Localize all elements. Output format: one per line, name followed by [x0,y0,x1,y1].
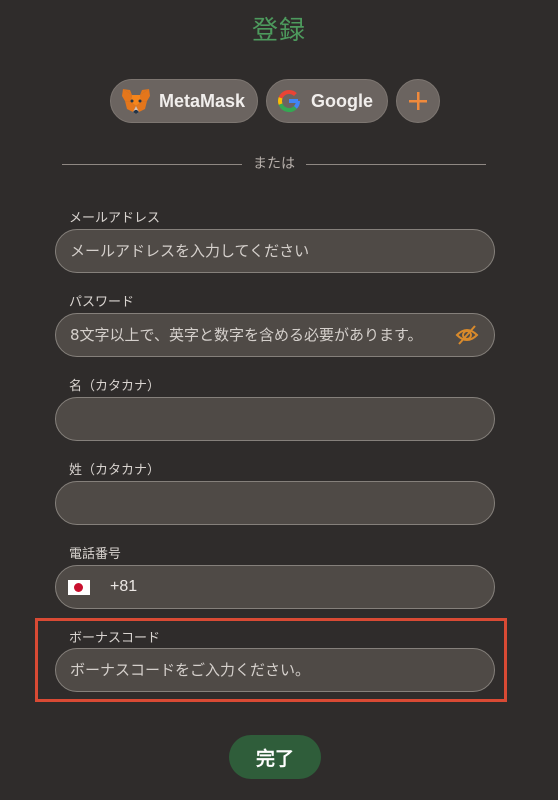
email-field[interactable] [55,229,495,273]
phone-label: 電話番号 [69,547,122,562]
metamask-label: MetaMask [159,90,246,111]
email-label: メールアドレス [69,211,161,226]
password-input[interactable] [70,326,448,344]
metamask-button[interactable]: MetaMask [110,79,258,123]
google-g-icon [278,90,300,113]
google-button[interactable]: Google [266,79,388,123]
last-name-input[interactable] [70,494,480,512]
japan-flag-icon[interactable] [68,579,90,595]
bonus-code-input[interactable] [70,661,480,679]
divider-line-right [306,164,486,165]
phone-input[interactable] [145,578,480,596]
first-name-field[interactable] [55,397,495,441]
email-input[interactable] [70,242,480,260]
bonus-code-label: ボーナスコード [69,631,161,646]
first-name-input[interactable] [70,410,480,428]
or-divider: または [62,154,486,174]
metamask-fox-icon [122,89,150,114]
eye-slash-icon[interactable] [454,322,480,348]
more-login-options-button[interactable] [396,79,440,123]
plus-icon [409,92,427,110]
google-label: Google [311,90,373,111]
password-label: パスワード [69,295,135,310]
phone-field[interactable]: +81 [55,565,495,609]
last-name-label: 姓（カタカナ） [69,463,161,478]
first-name-label: 名（カタカナ） [69,379,161,394]
last-name-field[interactable] [55,481,495,525]
page-title: 登録 [251,16,306,46]
dial-code: +81 [110,578,138,595]
social-login-row: MetaMask Google [0,79,558,123]
submit-button[interactable]: 完了 [229,735,321,779]
password-field[interactable] [55,313,495,357]
bonus-code-field[interactable] [55,648,495,692]
